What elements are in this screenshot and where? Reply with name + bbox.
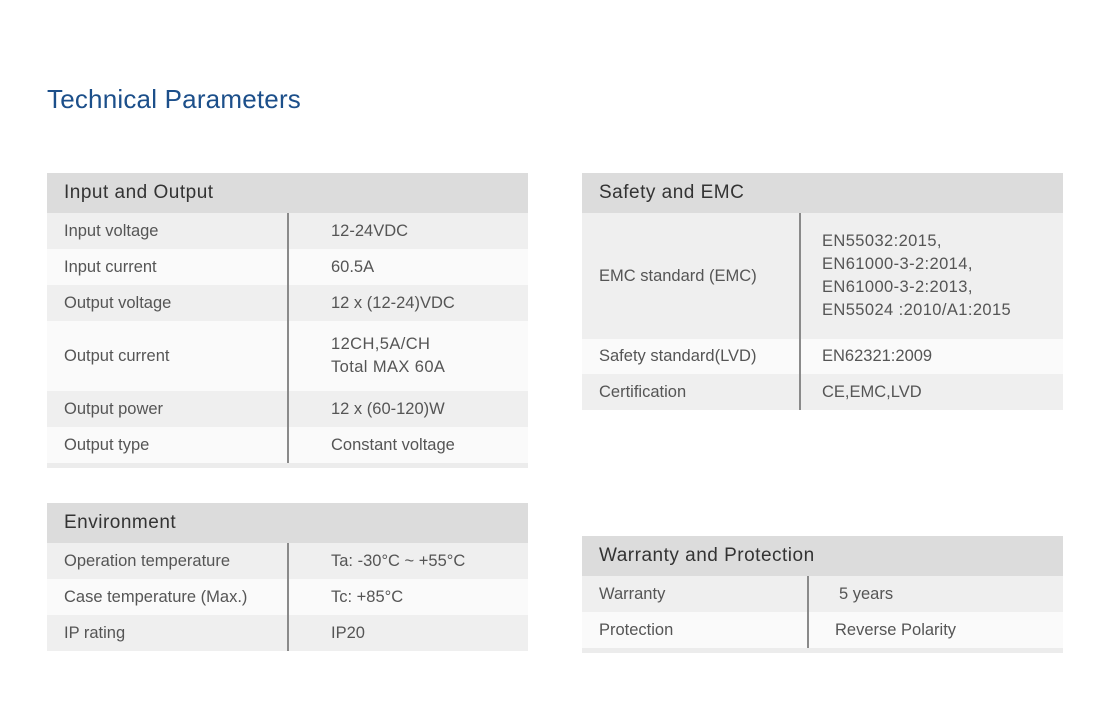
safety-emc-heading: Safety and EMC [582,173,1063,213]
row-label: Protection [582,612,809,648]
row-value: 60.5A [331,257,375,276]
row-label: Output voltage [47,285,289,321]
table-row: Output type Constant voltage [47,427,528,463]
row-value: EN62321:2009 [822,347,933,365]
table-row: Operation temperature Ta: -30°C ~ +55°C [47,543,528,579]
row-value: EN55032:2015, EN61000-3-2:2014, EN61000-… [822,232,1012,319]
row-value: Constant voltage [331,435,455,454]
table-row: Certification CE,EMC,LVD [582,374,1063,410]
environment-heading: Environment [47,503,528,543]
input-output-heading: Input and Output [47,173,528,213]
row-label: Output current [47,321,289,391]
row-label: Safety standard(LVD) [582,339,801,374]
row-label: IP rating [47,615,289,651]
row-value: 12 x (60-120)W [331,399,445,418]
table-row: Output current 12CH,5A/CH Total MAX 60A [47,321,528,391]
row-label: Warranty [582,576,809,612]
row-label: Output power [47,391,289,427]
table-row: Protection Reverse Polarity [582,612,1063,648]
row-label: Certification [582,374,801,410]
table-row: EMC standard (EMC) EN55032:2015, EN61000… [582,213,1063,339]
table-row: Safety standard(LVD) EN62321:2009 [582,339,1063,374]
table-row: Input current 60.5A [47,249,528,285]
row-label: Operation temperature [47,543,289,579]
row-label: Output type [47,427,289,463]
row-value: Tc: +85°C [331,587,404,606]
row-label: Input voltage [47,213,289,249]
environment-table: Environment Operation temperature Ta: -3… [47,503,528,651]
row-value: IP20 [331,623,365,642]
warranty-protection-table: Warranty and Protection Warranty 5 years… [582,536,1063,653]
row-label: EMC standard (EMC) [582,213,801,339]
row-value: 12CH,5A/CH Total MAX 60A [331,335,446,376]
row-value: Reverse Polarity [835,620,957,639]
table-row: Output voltage 12 x (12-24)VDC [47,285,528,321]
table-row: Case temperature (Max.) Tc: +85°C [47,579,528,615]
table-row: Output power 12 x (60-120)W [47,391,528,427]
table-footer-divider [582,648,1063,653]
row-label: Case temperature (Max.) [47,579,289,615]
table-footer-divider [47,463,528,468]
page-title: Technical Parameters [47,84,301,114]
table-row: Warranty 5 years [582,576,1063,612]
row-value: 12-24VDC [331,221,409,240]
warranty-protection-heading: Warranty and Protection [582,536,1063,576]
row-value: Ta: -30°C ~ +55°C [331,551,466,570]
row-value: CE,EMC,LVD [822,382,922,401]
input-output-table: Input and Output Input voltage 12-24VDC … [47,173,528,468]
safety-emc-table: Safety and EMC EMC standard (EMC) EN5503… [582,173,1063,410]
row-label: Input current [47,249,289,285]
table-row: Input voltage 12-24VDC [47,213,528,249]
row-value: 5 years [839,584,894,603]
table-row: IP rating IP20 [47,615,528,651]
row-value: 12 x (12-24)VDC [331,293,455,312]
